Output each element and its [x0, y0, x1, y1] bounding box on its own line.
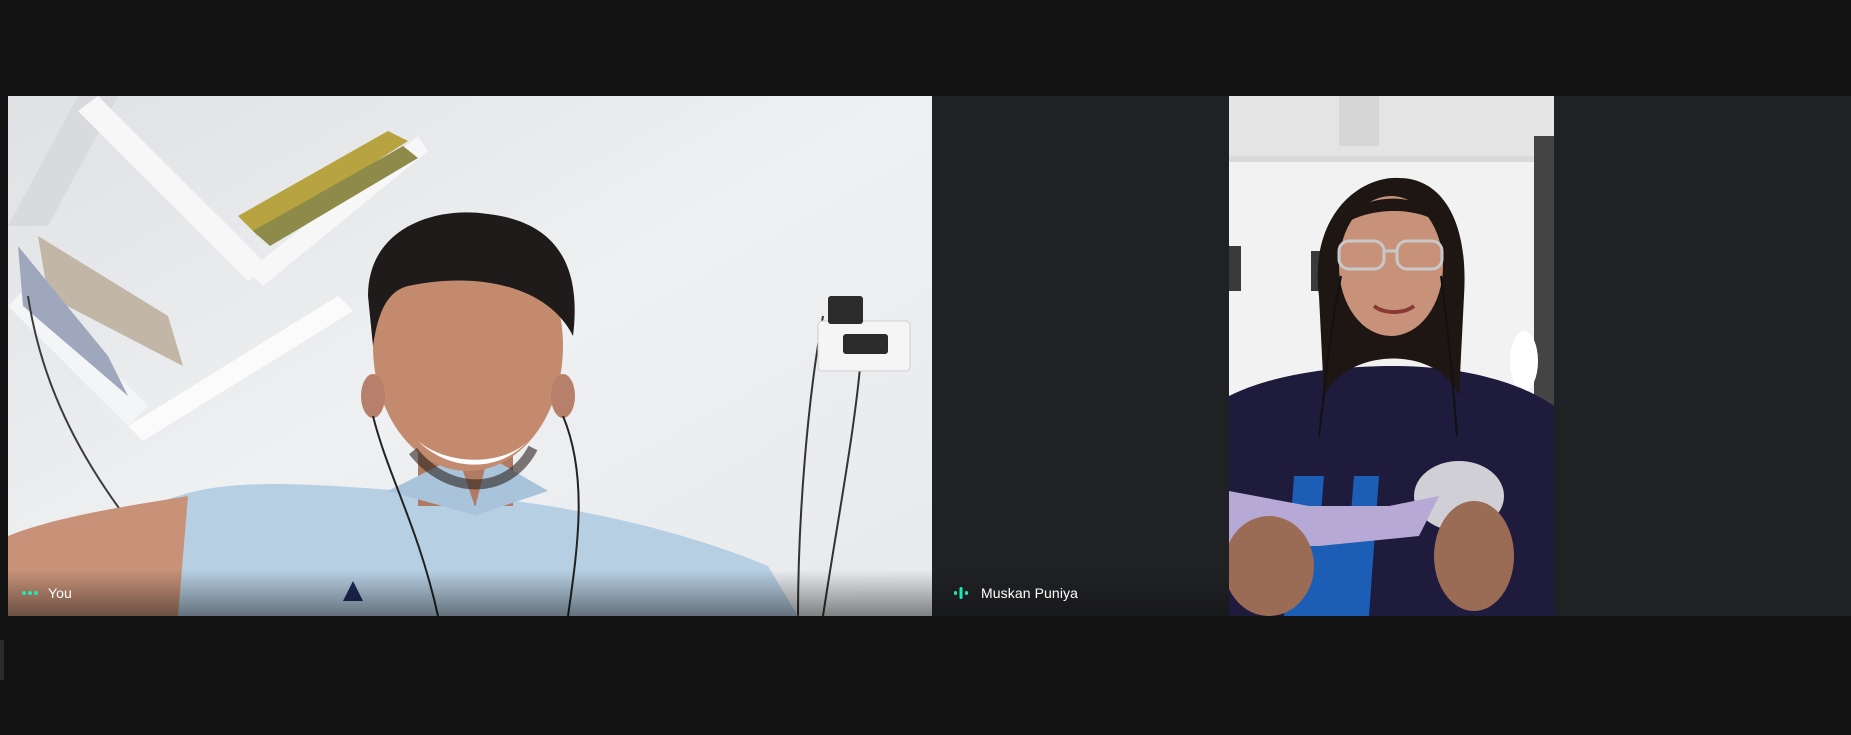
participant-name-bar: Muskan Puniya — [932, 570, 1229, 616]
participant-name: Muskan Puniya — [981, 585, 1079, 601]
participant-tile-you[interactable]: You — [8, 96, 932, 616]
self-video-feed — [8, 96, 932, 616]
audio-level-icon — [951, 583, 971, 603]
dots-icon — [20, 583, 40, 603]
participant-name-bar: You — [8, 570, 932, 616]
edge-divider — [0, 640, 4, 680]
participant-tile-muskan[interactable]: Muskan Puniya — [932, 96, 1562, 616]
participant-video-feed — [1229, 96, 1554, 616]
video-grid: You Muskan Puniya — [8, 96, 1851, 616]
participant-name: You — [48, 585, 72, 601]
